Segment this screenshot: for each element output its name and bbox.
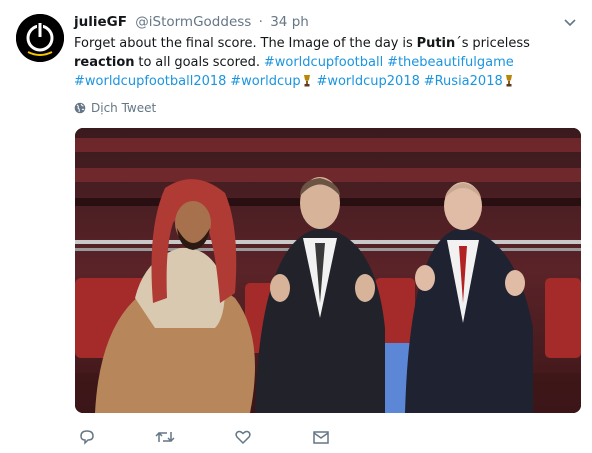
reply-button[interactable] <box>75 427 99 447</box>
reply-icon <box>80 430 94 445</box>
retweet-icon <box>155 431 175 443</box>
direct-message-button[interactable] <box>309 427 333 447</box>
display-name[interactable]: julieGF <box>74 14 127 30</box>
heart-icon <box>235 430 251 445</box>
tweet-text-bold-putin: Putin <box>416 36 456 51</box>
hashtag-link[interactable]: #worldcupfootball2018 <box>74 74 226 89</box>
tweet-photo[interactable] <box>75 128 581 413</box>
retweet-button[interactable] <box>153 427 177 447</box>
tweet-card[interactable]: julieGF @iStormGoddess · 34 ph Forget ab… <box>0 0 592 453</box>
timestamp[interactable]: 34 ph <box>270 14 309 30</box>
translate-label[interactable]: Dịch Tweet <box>91 101 156 115</box>
tweet-text-bold-reaction: reaction <box>74 55 135 70</box>
translate-tweet-link[interactable]: Dịch Tweet <box>74 101 156 115</box>
user-handle[interactable]: @iStormGoddess <box>135 14 251 30</box>
tweet-text-part: Forget about the final score. The Image … <box>74 36 417 51</box>
hashtag-link[interactable]: #Rusia2018 <box>424 74 503 89</box>
tweet-actions <box>75 425 387 449</box>
power-icon <box>16 14 64 62</box>
hashtag-link[interactable]: #thebeautifulgame <box>387 55 514 70</box>
trophy-icon <box>505 75 512 87</box>
tweet-text-part: to all goals scored. <box>134 55 264 70</box>
hashtag-link[interactable]: #worldcupfootball <box>264 55 383 70</box>
tweet-text-part: ´s priceless <box>455 36 530 51</box>
hashtag-link[interactable]: #worldcup <box>230 74 300 89</box>
chevron-down-icon[interactable] <box>562 14 578 30</box>
envelope-icon <box>313 431 329 444</box>
separator-dot: · <box>258 14 263 30</box>
trophy-icon <box>303 75 310 87</box>
tweet-text: Forget about the final score. The Image … <box>74 34 582 91</box>
hashtag-link[interactable]: #worldcup2018 <box>316 74 419 89</box>
like-button[interactable] <box>231 427 255 447</box>
avatar[interactable] <box>16 14 64 62</box>
stadium-photo <box>75 128 581 413</box>
tweet-header: julieGF @iStormGoddess · 34 ph <box>74 13 562 31</box>
globe-icon <box>74 102 86 114</box>
